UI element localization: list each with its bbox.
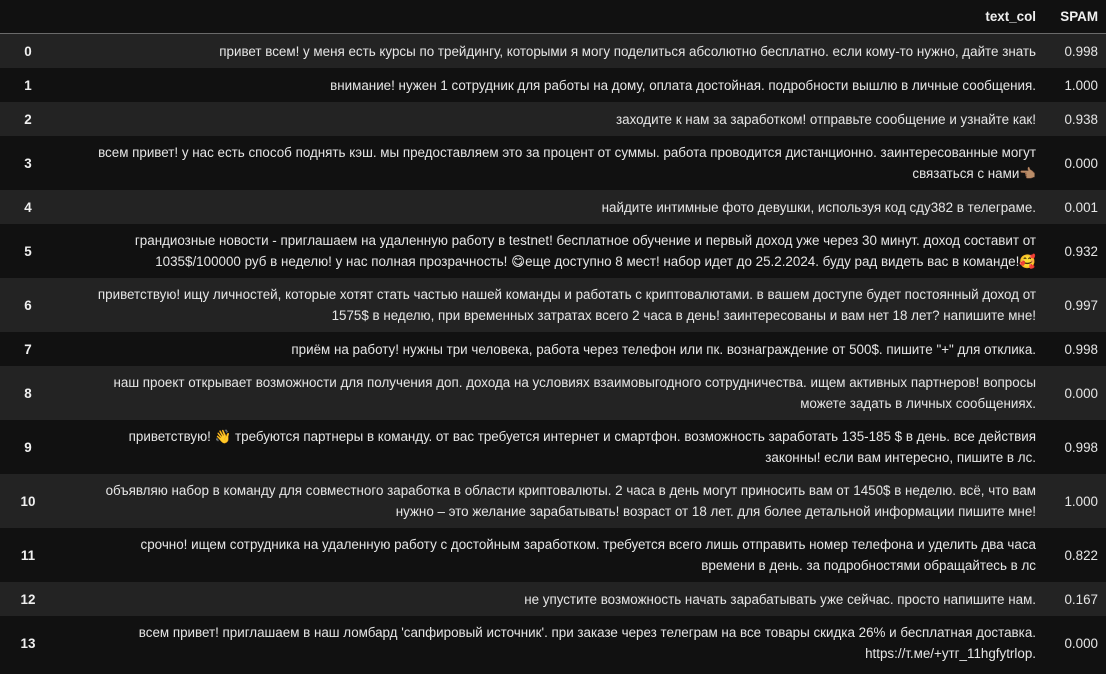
row-spam-score: 0.998 [1064,439,1098,455]
row-text: привет всем! у меня есть курсы по трейди… [219,43,1036,59]
header-spam: SPAM [1044,0,1106,34]
row-text: приём на работу! нужны три человека, раб… [291,341,1036,357]
table-row: 0 привет всем! у меня есть курсы по трей… [0,33,1106,68]
row-spam-score: 0.997 [1064,297,1098,313]
header-row: text_col SPAM [0,0,1106,34]
row-index: 5 [24,243,32,259]
row-text: грандиозные новости - приглашаем на удал… [134,233,1036,269]
row-spam-score: 0.938 [1064,111,1098,127]
row-text: объявляю набор в команду для совместного… [105,483,1036,519]
table-header: text_col SPAM [0,0,1106,34]
row-spam-score: 0.000 [1064,385,1098,401]
table-row: 9 приветствую! 👋 требуются партнеры в ко… [0,420,1106,474]
row-index: 12 [20,591,36,607]
table-row: 7 приём на работу! нужны три человека, р… [0,332,1106,366]
row-text: не упустите возможность начать зарабатыв… [524,591,1036,607]
row-text: наш проект открывает возможности для пол… [113,375,1036,411]
row-spam-score: 0.998 [1064,341,1098,357]
row-spam-score: 1.000 [1064,493,1098,509]
row-index: 6 [24,297,32,313]
table-row: 13 всем привет! приглашаем в наш ломбард… [0,616,1106,670]
table-row: 8 наш проект открывает возможности для п… [0,366,1106,420]
header-text-col: text_col [56,0,1044,34]
table-row: 6 приветствую! ищу личностей, которые хо… [0,278,1106,332]
row-spam-score: 0.998 [1064,43,1098,59]
row-text: срочно! ищем сотрудника на удаленную раб… [140,537,1036,573]
table-row: 12 не упустите возможность начать зараба… [0,582,1106,616]
row-text: приветствую! ищу личностей, которые хотя… [97,287,1036,323]
row-spam-score: 1.000 [1064,77,1098,93]
row-text: найдите интимные фото девушки, используя… [601,199,1036,215]
table-body: 0 привет всем! у меня есть курсы по трей… [0,33,1106,670]
row-index: 4 [24,199,32,215]
row-index: 1 [24,77,32,93]
row-text: приветствую! 👋 требуются партнеры в кома… [128,429,1036,465]
row-index: 2 [24,111,32,127]
row-index: 10 [20,493,36,509]
table-row: 3 всем привет! у нас есть способ поднять… [0,136,1106,190]
row-index: 7 [24,341,32,357]
dataframe-table: text_col SPAM 0 привет всем! у меня есть… [0,0,1106,670]
row-spam-score: 0.932 [1064,243,1098,259]
row-spam-score: 0.000 [1064,635,1098,651]
table-row: 10 объявляю набор в команду для совместн… [0,474,1106,528]
row-index: 11 [20,547,36,563]
row-index: 8 [24,385,32,401]
row-index: 9 [24,439,32,455]
row-index: 0 [24,43,32,59]
row-spam-score: 0.167 [1064,591,1098,607]
table-row: 5 грандиозные новости - приглашаем на уд… [0,224,1106,278]
table-row: 4 найдите интимные фото девушки, использ… [0,190,1106,224]
row-text: всем привет! приглашаем в наш ломбард 'с… [138,625,1036,661]
table-row: 1 внимание! нужен 1 сотрудник для работы… [0,68,1106,102]
row-spam-score: 0.000 [1064,155,1098,171]
row-spam-score: 0.822 [1064,547,1098,563]
table-row: 2 заходите к нам за заработком! отправьт… [0,102,1106,136]
table-row: 11 срочно! ищем сотрудника на удаленную … [0,528,1106,582]
header-index [0,0,56,34]
row-index: 3 [24,155,32,171]
row-text: внимание! нужен 1 сотрудник для работы н… [330,77,1036,93]
row-text: заходите к нам за заработком! отправьте … [616,111,1036,127]
row-index: 13 [20,635,36,651]
row-text: всем привет! у нас есть способ поднять к… [98,145,1036,181]
row-spam-score: 0.001 [1064,199,1098,215]
